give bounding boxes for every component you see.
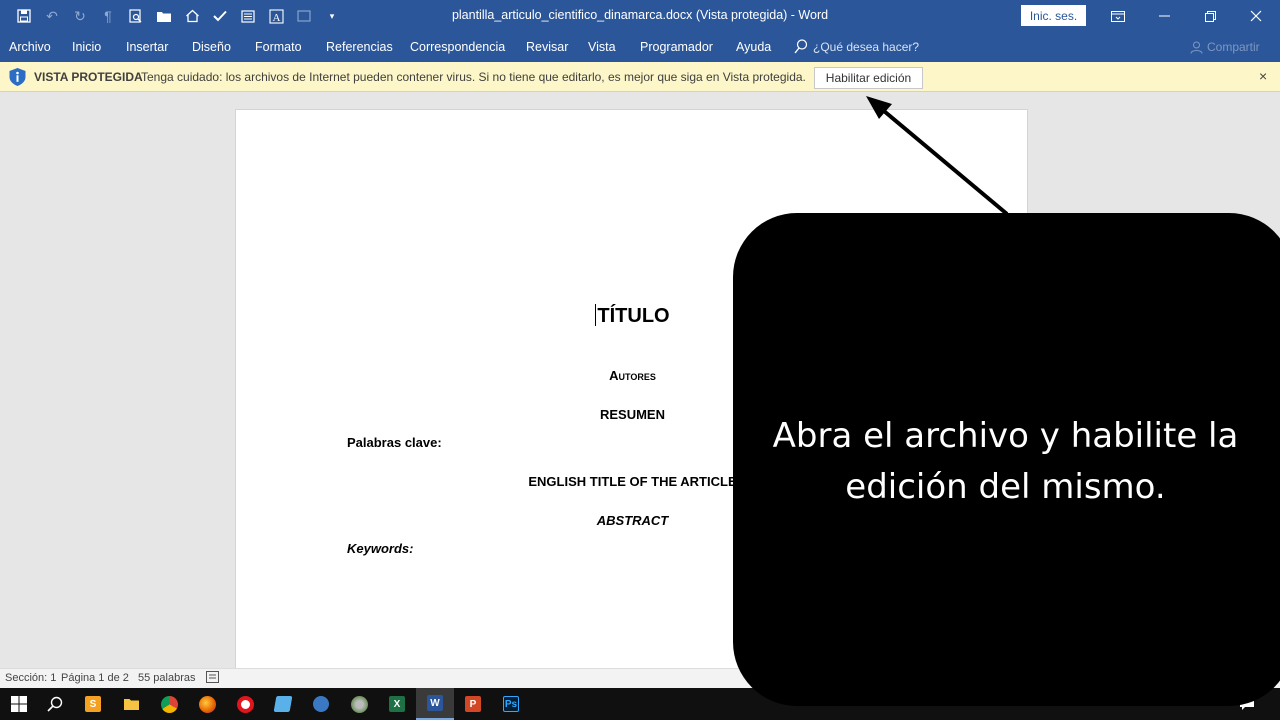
customize-dropdown-icon[interactable]: ▾ [318, 0, 346, 32]
restore-icon[interactable] [1187, 0, 1233, 32]
tab-ayuda[interactable]: Ayuda [736, 40, 771, 54]
enable-editing-button[interactable]: Habilitar edición [814, 67, 923, 89]
status-page[interactable]: Página 1 de 2 [61, 672, 129, 684]
protected-view-title: VISTA PROTEGIDA [34, 70, 143, 84]
layout-icon[interactable] [234, 0, 262, 32]
firefox-icon[interactable] [188, 688, 226, 720]
doc-keywords-en[interactable]: Keywords: [347, 541, 413, 556]
doc-keywords-es[interactable]: Palabras clave: [347, 435, 442, 450]
windows-start-icon[interactable] [0, 688, 38, 720]
tab-archivo[interactable]: Archivo [9, 40, 51, 54]
proofing-icon[interactable] [206, 671, 219, 686]
callout-text: Abra el archivo y habilite la edición de… [772, 416, 1239, 507]
text-style-icon[interactable]: A [262, 0, 290, 32]
chrome-icon[interactable] [150, 688, 188, 720]
home-icon[interactable] [178, 0, 206, 32]
opera-icon[interactable] [226, 688, 264, 720]
sublime-text-icon[interactable]: S [74, 688, 112, 720]
tab-insertar[interactable]: Insertar [126, 40, 168, 54]
paragraph-mark-icon[interactable]: ¶ [94, 0, 122, 32]
check-icon[interactable] [206, 0, 234, 32]
undo-icon[interactable]: ↶ [38, 0, 66, 32]
close-bar-icon[interactable]: × [1259, 68, 1267, 84]
tab-referencias[interactable]: Referencias [326, 40, 393, 54]
search-icon[interactable] [36, 688, 74, 720]
sign-in-button[interactable]: Inic. ses. [1021, 5, 1086, 26]
title-bar: ↶ ↻ ¶ A ▾ plantilla_articulo_cientifico_… [0, 0, 1280, 32]
feather-app-icon[interactable] [302, 688, 340, 720]
protected-view-bar: VISTA PROTEGIDA Tenga cuidado: los archi… [0, 62, 1280, 92]
shield-info-icon [9, 68, 26, 86]
minimize-icon[interactable] [1141, 0, 1187, 32]
status-words[interactable]: 55 palabras [138, 672, 196, 684]
tell-me-placeholder: ¿Qué desea hacer? [813, 39, 920, 54]
quick-access-toolbar: ↶ ↻ ¶ A ▾ [10, 0, 346, 32]
lightbulb-search-icon [794, 39, 808, 54]
excel-icon[interactable]: X [378, 688, 416, 720]
settings-app-icon[interactable] [340, 688, 378, 720]
tab-formato[interactable]: Formato [255, 40, 302, 54]
share-button[interactable]: Compartir [1190, 40, 1260, 54]
word-icon[interactable]: W [416, 688, 454, 720]
tab-programador[interactable]: Programador [640, 40, 713, 54]
tab-revisar[interactable]: Revisar [526, 40, 568, 54]
file-explorer-icon[interactable] [112, 688, 150, 720]
tab-inicio[interactable]: Inicio [72, 40, 101, 54]
powerpoint-icon[interactable]: P [454, 688, 492, 720]
disabled-icon[interactable] [290, 0, 318, 32]
save-icon[interactable] [10, 0, 38, 32]
protected-view-message: Tenga cuidado: los archivos de Internet … [141, 70, 806, 84]
tab-diseno[interactable]: Diseño [192, 40, 231, 54]
print-preview-icon[interactable] [122, 0, 150, 32]
redo-icon[interactable]: ↻ [66, 0, 94, 32]
instruction-callout: Abra el archivo y habilite la edición de… [733, 213, 1280, 706]
person-icon [1190, 41, 1203, 54]
svg-text:A: A [272, 12, 280, 24]
share-label: Compartir [1207, 40, 1260, 54]
tab-vista[interactable]: Vista [588, 40, 616, 54]
tell-me-box[interactable]: ¿Qué desea hacer? [794, 39, 919, 54]
open-folder-icon[interactable] [150, 0, 178, 32]
ribbon-tabs: Archivo Inicio Insertar Diseño Formato R… [0, 32, 1280, 62]
tab-correspondencia[interactable]: Correspondencia [410, 40, 505, 54]
photoshop-icon[interactable]: Ps [492, 688, 530, 720]
ribbon-display-options-icon[interactable] [1095, 0, 1141, 32]
close-icon[interactable] [1233, 0, 1279, 32]
app-blue-icon[interactable] [264, 688, 302, 720]
status-section[interactable]: Sección: 1 [5, 672, 56, 684]
